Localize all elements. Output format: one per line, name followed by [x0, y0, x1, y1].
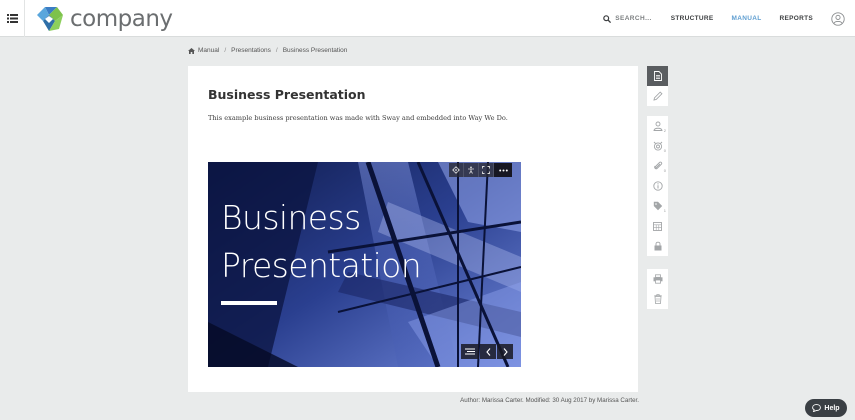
tags-button[interactable]: 1 — [647, 196, 668, 216]
view-document-button[interactable] — [647, 66, 668, 86]
targets-button[interactable]: 0 — [647, 136, 668, 156]
nav-reports[interactable]: REPORTS — [779, 15, 813, 22]
pencil-icon — [652, 91, 663, 101]
document-properties-toolbar: 2 0 0 1 — [647, 116, 668, 256]
breadcrumb-separator: / — [224, 47, 227, 54]
chevron-right-icon — [503, 347, 508, 356]
search-icon — [603, 14, 612, 23]
title-underline — [221, 301, 277, 305]
page-description: This example business presentation was m… — [208, 114, 508, 122]
company-logo[interactable]: company — [35, 5, 173, 33]
lock-icon — [654, 241, 661, 251]
brand-name: company — [70, 6, 173, 32]
target-icon — [653, 141, 662, 151]
presentation-title-line1: Business — [221, 198, 361, 237]
user-profile-icon[interactable] — [831, 11, 845, 26]
embed-navigation — [460, 344, 513, 359]
document-icon — [653, 71, 662, 81]
breadcrumb-separator: / — [275, 47, 278, 54]
search-button[interactable]: SEARCH... — [603, 14, 652, 23]
chat-bubble-icon — [812, 404, 822, 412]
fullscreen-icon — [482, 166, 490, 174]
top-bar: company SEARCH... STRUCTURE MANUAL REPOR… — [0, 0, 855, 37]
more-options-button[interactable] — [494, 163, 512, 177]
next-slide-button[interactable] — [497, 344, 513, 359]
permissions-button[interactable] — [647, 236, 668, 256]
breadcrumb-current: Business Presentation — [282, 47, 348, 54]
tag-icon — [653, 201, 662, 211]
info-button[interactable] — [647, 176, 668, 196]
nav-structure[interactable]: STRUCTURE — [671, 15, 714, 22]
info-icon — [652, 181, 663, 191]
printer-icon — [653, 274, 662, 284]
page-title: Business Presentation — [208, 87, 366, 102]
top-nav: SEARCH... STRUCTURE MANUAL REPORTS — [603, 0, 845, 37]
ellipsis-icon — [498, 169, 508, 171]
trash-icon — [653, 294, 662, 304]
settings-button[interactable] — [449, 163, 464, 177]
author-modified-info: Author: Marissa Carter. Modified: 30 Aug… — [460, 397, 639, 404]
paperclip-icon — [653, 161, 662, 170]
attachments-count: 0 — [663, 168, 666, 173]
edit-button[interactable] — [647, 86, 668, 106]
help-label: Help — [824, 404, 840, 412]
navigation-menu-icon — [465, 348, 475, 355]
nav-manual[interactable]: MANUAL — [732, 15, 762, 22]
navigation-menu-button[interactable] — [461, 344, 479, 359]
print-button[interactable] — [647, 269, 668, 289]
tags-count: 1 — [663, 208, 666, 213]
view-edit-toolbar — [647, 66, 668, 106]
home-icon[interactable] — [188, 47, 195, 54]
search-label: SEARCH... — [615, 15, 652, 22]
targets-count: 0 — [663, 148, 666, 153]
help-button[interactable]: Help — [805, 399, 847, 417]
page-content-card: Business Presentation This example busin… — [188, 66, 638, 392]
output-toolbar — [647, 269, 668, 309]
delete-button[interactable] — [647, 289, 668, 309]
logo-mark-icon — [37, 7, 63, 31]
attachments-button[interactable]: 0 — [647, 156, 668, 176]
user-icon — [652, 121, 663, 131]
gear-icon — [452, 166, 460, 174]
breadcrumb-manual[interactable]: Manual — [198, 47, 219, 54]
breadcrumb: Manual / Presentations / Business Presen… — [188, 47, 347, 54]
breadcrumb-presentations[interactable]: Presentations — [231, 47, 271, 54]
accessibility-button[interactable] — [464, 163, 479, 177]
fullscreen-button[interactable] — [479, 163, 494, 177]
previous-slide-button[interactable] — [480, 344, 496, 359]
accessibility-icon — [468, 166, 474, 174]
embed-toolbar — [449, 163, 512, 177]
schedule-button[interactable] — [647, 216, 668, 236]
users-count: 2 — [663, 128, 666, 133]
sway-embed[interactable]: Business Presentation — [208, 162, 521, 367]
chevron-left-icon — [485, 347, 490, 356]
presentation-title-line2: Presentation — [221, 246, 422, 285]
menu-icon — [6, 14, 18, 23]
users-button[interactable]: 2 — [647, 116, 668, 136]
calendar-icon — [653, 222, 662, 231]
hamburger-menu-button[interactable] — [0, 0, 25, 37]
